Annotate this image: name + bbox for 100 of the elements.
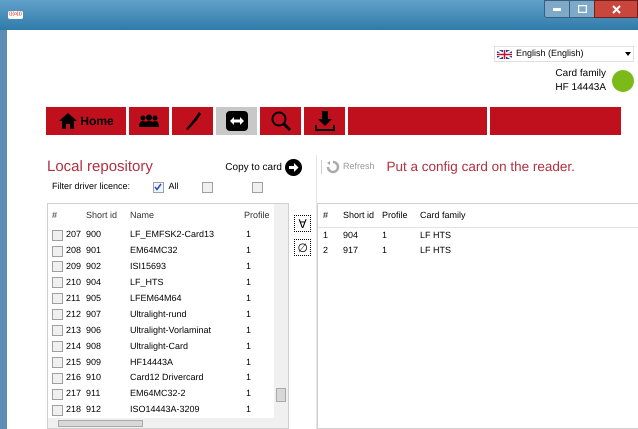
checkbox[interactable] — [52, 230, 63, 241]
table-cell-text: 1 — [245, 260, 252, 274]
horizontal-scrollbar[interactable] — [48, 418, 288, 428]
table-row[interactable]: 218 912 ISO14443A-3209 1 — [48, 402, 274, 418]
table-row[interactable]: 207 900 LF_EMFSK2-Card13 1 — [48, 227, 274, 244]
table-cell-text: 917 — [342, 244, 360, 257]
toolbar-tile[interactable] — [490, 107, 621, 135]
table-cell-text: 1 — [245, 403, 252, 416]
maximize-button[interactable] — [570, 0, 594, 18]
column-header[interactable]: # — [48, 208, 86, 222]
table-row[interactable]: 217 911 EM64MC32-2 1 — [48, 386, 274, 402]
table-row[interactable]: 212 907 Ultralight-rund 1 — [48, 306, 274, 323]
table-cell-text: 1 — [245, 308, 252, 321]
maximize-icon — [578, 5, 586, 13]
table-cell-text: 900 — [86, 228, 102, 242]
table-cell-text: 905 — [86, 292, 102, 306]
minimize-icon — [553, 8, 561, 10]
table-cell-text: ISI15693 — [130, 260, 168, 274]
minimize-button[interactable] — [544, 0, 570, 18]
filter-label: Filter driver licence: — [52, 180, 132, 194]
table-row[interactable]: 208 901 EM64MC32 1 — [48, 243, 274, 260]
toolbar-tile[interactable] — [348, 107, 487, 135]
table-cell-text: 214 — [66, 340, 82, 353]
table-cell-text: 1 — [245, 356, 252, 369]
checkbox[interactable] — [52, 372, 63, 384]
select-toggle-button[interactable]: ∅ — [294, 239, 311, 256]
table-cell-text: 908 — [86, 340, 102, 353]
table-cell-text: Card12 Drivercard — [130, 371, 205, 384]
table-cell-text: EM64MC32-2 — [130, 387, 187, 400]
table-row[interactable]: 211 905 LFEM64M64 1 — [48, 290, 274, 307]
users-icon — [138, 114, 160, 128]
table-cell-text: 211 — [66, 292, 80, 306]
table-row[interactable]: 214 908 Ultralight-Card 1 — [48, 338, 274, 354]
checkbox[interactable] — [52, 261, 63, 272]
table-row[interactable]: 2 917 1 LF HTS — [318, 243, 638, 258]
checkmark-icon — [154, 183, 162, 191]
column-header[interactable]: Short id — [338, 208, 382, 222]
table-cell-text: EM64MC32 — [130, 244, 179, 258]
table-cell-text: 912 — [86, 403, 102, 416]
table-row[interactable]: 1 904 1 LF HTS — [318, 228, 638, 243]
table-cell-text: 911 — [86, 387, 102, 400]
swap-arrows-icon — [226, 111, 248, 131]
table-row[interactable]: 209 902 ISI15693 1 — [48, 259, 274, 275]
checkbox[interactable] — [52, 356, 63, 368]
table-row[interactable]: 215 909 HF14443A 1 — [48, 354, 274, 370]
table-cell-text: 207 — [66, 228, 82, 242]
table-cell-text: 210 — [66, 276, 82, 290]
table-row[interactable]: 210 904 LF_HTS 1 — [48, 274, 274, 291]
checkbox[interactable] — [52, 388, 63, 400]
column-header[interactable]: Card family — [420, 208, 500, 222]
checkbox[interactable] — [52, 325, 63, 336]
checkbox[interactable] — [52, 340, 63, 352]
table-cell-text: 1 — [245, 324, 252, 337]
table-cell-text: 212 — [66, 308, 82, 321]
table-cell-text: 910 — [86, 371, 102, 384]
checkbox[interactable] — [52, 309, 63, 320]
table-cell-text: 1 — [322, 228, 330, 242]
column-header[interactable]: Profile — [244, 208, 274, 222]
table-cell-text: 2 — [322, 244, 330, 257]
checkbox[interactable] — [152, 182, 164, 192]
checkbox[interactable] — [52, 277, 63, 288]
table-row[interactable]: 213 906 Ultralight-Vorlaminat 1 — [48, 322, 274, 338]
table-cell-text: 217 — [66, 387, 82, 400]
table-cell-text: 902 — [86, 260, 102, 274]
refresh-icon — [326, 160, 340, 174]
card-family-label: Card family — [555, 67, 606, 81]
table-cell-text: 1 — [245, 244, 252, 258]
table-cell-text: Ultralight-rund — [130, 308, 188, 321]
column-header[interactable]: Profile — [382, 208, 420, 222]
scroll-thumb[interactable] — [276, 388, 286, 402]
table-cell-text: 1 — [382, 244, 388, 257]
arrow-right-icon — [285, 158, 302, 176]
column-header[interactable]: # — [318, 208, 338, 222]
table-cell-text: 904 — [342, 228, 360, 242]
scroll-thumb[interactable] — [58, 420, 143, 426]
language-dropdown[interactable]: English (English) — [494, 46, 634, 62]
checkbox[interactable] — [52, 404, 63, 416]
copy-to-card-button[interactable]: Copy to card — [225, 158, 302, 176]
column-header[interactable]: Short id — [86, 208, 130, 222]
toolbar-button[interactable] — [216, 107, 257, 135]
table-cell-text: 1 — [245, 387, 252, 400]
local-repository-title: Local repository — [47, 156, 153, 177]
checkbox[interactable] — [202, 182, 214, 192]
select-toggle-button[interactable]: ∀ — [294, 215, 311, 232]
table-cell-text: Ultralight-Vorlaminat — [130, 324, 212, 337]
table-cell-text: ISO14443A-3209 — [130, 403, 201, 416]
table-cell-text: LF HTS — [420, 228, 452, 242]
column-header[interactable]: Name — [130, 208, 244, 222]
table-cell-text: 208 — [66, 244, 82, 258]
table-row[interactable]: 216 910 Card12 Drivercard 1 — [48, 370, 274, 386]
table-cell-text: 216 — [66, 371, 82, 384]
table-cell-text: 1 — [245, 228, 252, 242]
close-icon — [612, 4, 620, 14]
close-button[interactable] — [594, 0, 638, 18]
checkbox[interactable] — [252, 182, 264, 192]
search-icon — [270, 110, 292, 132]
vertical-scrollbar[interactable] — [274, 204, 288, 418]
checkbox[interactable] — [52, 246, 63, 257]
checkbox[interactable] — [52, 293, 63, 304]
table-cell-text: HF14443A — [130, 356, 174, 369]
